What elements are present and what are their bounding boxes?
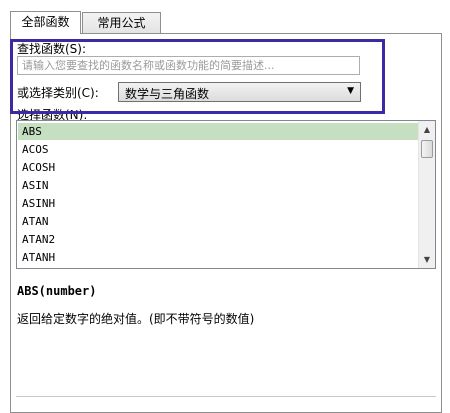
tab-common-formulas[interactable]: 常用公式	[82, 12, 161, 33]
list-item[interactable]: ATAN2	[18, 231, 418, 248]
list-item[interactable]: ACOSH	[18, 159, 418, 176]
function-listbox[interactable]: ABS ACOS ACOSH ASIN ASINH ATAN ATAN2 ATA…	[16, 120, 436, 269]
list-item[interactable]: ASINH	[18, 195, 418, 212]
category-select[interactable]: 数学与三角函数 ▼	[118, 82, 361, 102]
search-label: 查找函数(S):	[17, 42, 87, 56]
vertical-scrollbar[interactable]: ▲ ▼	[418, 121, 435, 268]
scrollbar-thumb[interactable]	[421, 140, 433, 158]
chevron-down-icon: ▼	[347, 86, 354, 96]
tab-all-functions[interactable]: 全部函数	[10, 11, 81, 34]
triangle-down-icon[interactable]: ▼	[419, 251, 435, 268]
function-description: 返回给定数字的绝对值。(即不带符号的数值)	[17, 312, 255, 326]
category-label: 或选择类别(C):	[17, 86, 99, 100]
list-item[interactable]: ACOS	[18, 141, 418, 158]
list-item[interactable]: ATANH	[18, 249, 418, 266]
triangle-up-icon[interactable]: ▲	[419, 121, 435, 138]
search-input[interactable]: 请输入您要查找的函数名称或函数功能的简要描述...	[17, 56, 360, 75]
divider	[16, 396, 436, 397]
list-item[interactable]: ATAN	[18, 213, 418, 230]
list-item[interactable]: ABS	[18, 123, 418, 140]
function-signature: ABS(number)	[17, 284, 97, 298]
category-selected-value: 数学与三角函数	[125, 87, 210, 101]
list-item[interactable]: ASIN	[18, 177, 418, 194]
